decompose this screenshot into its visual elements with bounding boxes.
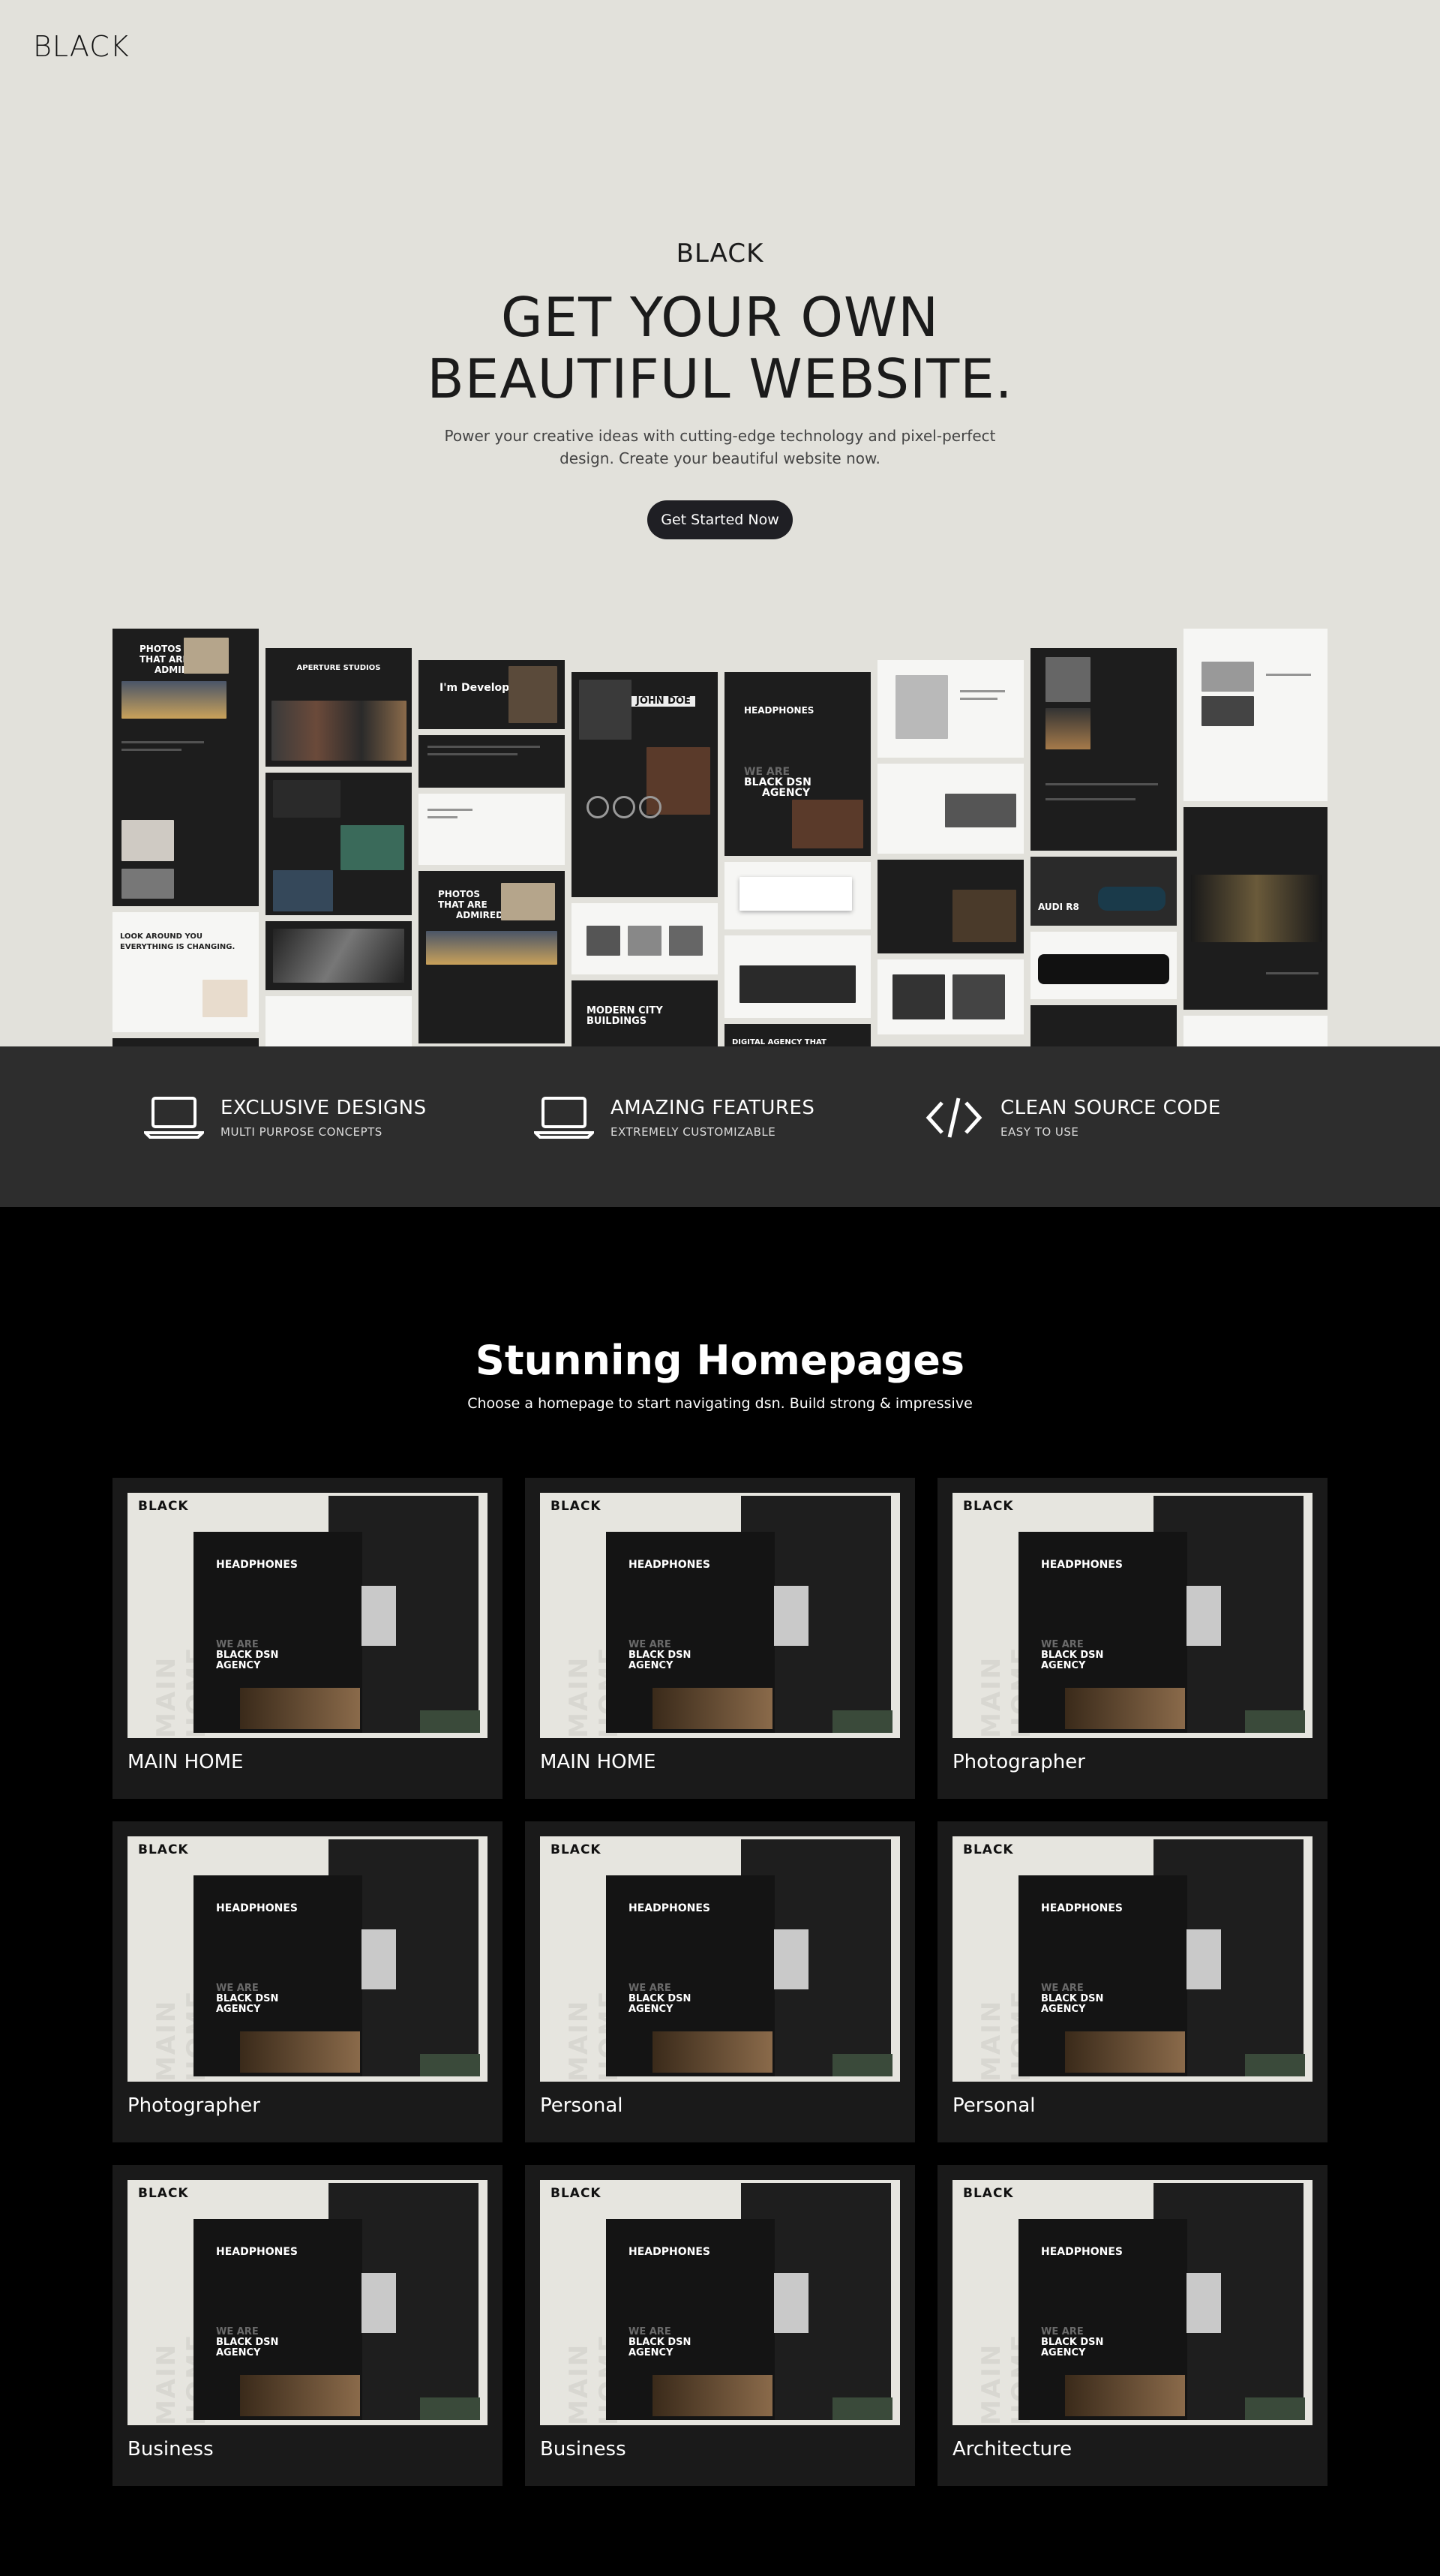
feature-title: EXCLUSIVE DESIGNS xyxy=(220,1097,427,1119)
homepage-card[interactable]: BLACK MAIN HOME HEADPHONES WE AREBLACK D… xyxy=(938,2165,1328,2486)
code-icon xyxy=(924,1088,984,1148)
feature-title: AMAZING FEATURES xyxy=(610,1097,815,1119)
homepage-card-label: Personal xyxy=(540,2094,623,2117)
demo-collage: PHOTOS THAT ARE ADMIRED LOOK AROUND YOU … xyxy=(112,629,1328,1046)
hero-section: BLACK BLACK GET YOUR OWN BEAUTIFUL WEBSI… xyxy=(0,0,1440,1046)
homepage-preview: BLACK MAIN HOME HEADPHONES WE AREBLACK D… xyxy=(952,1493,1312,1738)
homepage-card[interactable]: BLACK MAIN HOME HEADPHONES WE AREBLACK D… xyxy=(938,1478,1328,1799)
homepage-card[interactable]: BLACK MAIN HOME HEADPHONES WE AREBLACK D… xyxy=(525,1478,915,1799)
demo-thumbnail[interactable] xyxy=(572,903,718,974)
homepage-preview: BLACK MAIN HOME HEADPHONES WE AREBLACK D… xyxy=(540,1493,900,1738)
demo-thumbnail[interactable] xyxy=(266,773,412,915)
demo-thumbnail[interactable] xyxy=(1184,629,1328,801)
feature-subtitle: EASY TO USE xyxy=(1000,1125,1079,1139)
homepage-card-label: MAIN HOME xyxy=(540,1751,656,1773)
demo-thumbnail[interactable] xyxy=(418,794,565,865)
homepage-card-label: Photographer xyxy=(128,2094,260,2117)
demo-thumbnail[interactable]: AUDI R8 xyxy=(1030,857,1177,926)
feature-title: CLEAN SOURCE CODE xyxy=(1000,1097,1221,1119)
homepage-card[interactable]: BLACK MAIN HOME HEADPHONES WE AREBLACK D… xyxy=(525,2165,915,2486)
demo-thumbnail[interactable] xyxy=(878,660,1024,758)
demo-thumbnail[interactable] xyxy=(1030,932,1177,999)
demo-thumbnail[interactable]: PHOTOS THAT ARE ADMIRED xyxy=(112,629,259,906)
demo-thumbnail[interactable]: HEADPHONES WE ARE BLACK DSN AGENCY xyxy=(724,672,871,856)
demo-thumbnail[interactable] xyxy=(1030,648,1177,851)
homepage-preview: BLACK MAIN HOME HEADPHONES WE AREBLACK D… xyxy=(952,1836,1312,2082)
homepage-preview: BLACK MAIN HOME HEADPHONES WE AREBLACK D… xyxy=(540,2180,900,2425)
demo-thumbnail[interactable]: DIGITAL AGENCY THAT xyxy=(724,1024,871,1046)
hero-subtitle: Power your creative ideas with cutting-e… xyxy=(444,427,996,467)
demo-thumbnail[interactable] xyxy=(878,764,1024,854)
homepage-card-label: MAIN HOME xyxy=(128,1751,244,1773)
demo-thumbnail[interactable]: JOHN DOE xyxy=(572,672,718,897)
demo-thumbnail[interactable]: APERTURE STUDIOS xyxy=(266,648,412,767)
homepages-title: Stunning Homepages xyxy=(475,1337,965,1384)
demo-thumbnail[interactable]: PHOTOS THAT ARE ADMIRED xyxy=(418,871,565,1043)
homepage-card[interactable]: BLACK MAIN HOME HEADPHONES WE AREBLACK D… xyxy=(112,2165,502,2486)
feature-subtitle: MULTI PURPOSE CONCEPTS xyxy=(220,1125,382,1139)
homepage-preview: BLACK MAIN HOME HEADPHONES WE AREBLACK D… xyxy=(540,1836,900,2082)
demo-thumbnail[interactable] xyxy=(724,862,871,929)
feature-item: CLEAN SOURCE CODE EASY TO USE xyxy=(924,1088,1221,1148)
homepage-card[interactable]: BLACK MAIN HOME HEADPHONES WE AREBLACK D… xyxy=(112,1821,502,2142)
feature-item: EXCLUSIVE DESIGNS MULTI PURPOSE CONCEPTS xyxy=(144,1088,427,1148)
homepage-preview: BLACK MAIN HOME HEADPHONES WE AREBLACK D… xyxy=(128,1493,488,1738)
demo-thumbnail[interactable]: LOOK AROUND YOU EVERYTHING IS CHANGING. xyxy=(112,912,259,1032)
homepage-card-label: Photographer xyxy=(952,1751,1085,1773)
homepages-subtitle: Choose a homepage to start navigating ds… xyxy=(467,1395,973,1412)
hero-brand: BLACK xyxy=(676,239,764,269)
demo-thumbnail[interactable] xyxy=(266,921,412,990)
features-strip: EXCLUSIVE DESIGNS MULTI PURPOSE CONCEPTS… xyxy=(0,1046,1440,1207)
homepage-card[interactable]: BLACK MAIN HOME HEADPHONES WE AREBLACK D… xyxy=(525,1821,915,2142)
homepage-card[interactable]: BLACK MAIN HOME HEADPHONES WE AREBLACK D… xyxy=(938,1821,1328,2142)
demo-thumbnail[interactable] xyxy=(1184,1016,1328,1046)
demo-thumbnail[interactable] xyxy=(266,996,412,1046)
homepage-card-label: Personal xyxy=(952,2094,1036,2117)
site-logo[interactable]: BLACK xyxy=(33,30,130,63)
demo-thumbnail[interactable] xyxy=(1184,807,1328,1010)
demo-thumbnail[interactable] xyxy=(112,1038,259,1046)
demo-thumbnail[interactable] xyxy=(878,860,1024,953)
demo-thumbnail[interactable] xyxy=(724,935,871,1018)
laptop-icon xyxy=(144,1088,204,1148)
homepage-card[interactable]: BLACK MAIN HOME HEADPHONES WE AREBLACK D… xyxy=(112,1478,502,1799)
homepage-card-label: Business xyxy=(540,2438,626,2460)
demo-thumbnail[interactable] xyxy=(878,959,1024,1034)
hero-title: GET YOUR OWN BEAUTIFUL WEBSITE. xyxy=(427,286,1013,410)
laptop-icon xyxy=(534,1088,594,1148)
homepage-card-label: Business xyxy=(128,2438,214,2460)
demo-thumbnail[interactable] xyxy=(1030,1005,1177,1046)
demo-thumbnail[interactable] xyxy=(418,735,565,788)
demo-thumbnail[interactable]: I'm Developer xyxy=(418,660,565,729)
homepage-card-label: Architecture xyxy=(952,2438,1072,2460)
get-started-button[interactable]: Get Started Now xyxy=(647,500,793,539)
demo-thumbnail[interactable]: MODERN CITY BUILDINGS xyxy=(572,980,718,1046)
feature-item: AMAZING FEATURES EXTREMELY CUSTOMIZABLE xyxy=(534,1088,814,1148)
homepage-preview: BLACK MAIN HOME HEADPHONES WE AREBLACK D… xyxy=(128,2180,488,2425)
homepage-preview: BLACK MAIN HOME HEADPHONES WE AREBLACK D… xyxy=(128,1836,488,2082)
homepage-preview: BLACK MAIN HOME HEADPHONES WE AREBLACK D… xyxy=(952,2180,1312,2425)
feature-subtitle: EXTREMELY CUSTOMIZABLE xyxy=(610,1125,776,1139)
